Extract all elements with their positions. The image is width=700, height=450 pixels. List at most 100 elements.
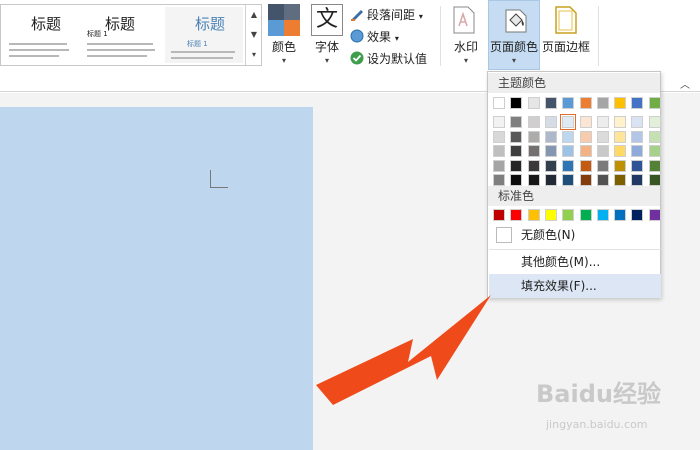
theme-shade-swatch[interactable] [510, 174, 523, 186]
theme-shade-swatch[interactable] [614, 174, 627, 186]
paragraph-spacing-button[interactable]: 段落间距 ▾ [350, 6, 423, 23]
style-tile-1[interactable]: 标题 [3, 7, 77, 63]
page-color-label: 页面颜色 [489, 40, 538, 54]
theme-shade-swatch[interactable] [648, 130, 661, 143]
theme-shade-swatch[interactable] [544, 174, 557, 186]
chevron-down-icon: ▾ [324, 56, 329, 65]
theme-shade-swatch[interactable] [544, 159, 557, 172]
standard-color-swatch[interactable] [562, 209, 575, 221]
theme-shade-swatch[interactable] [510, 145, 523, 157]
standard-color-swatch[interactable] [614, 209, 627, 221]
style-heading: 标题 [105, 15, 136, 33]
theme-shade-swatch[interactable] [631, 174, 644, 186]
theme-shade-swatch[interactable] [527, 116, 540, 128]
theme-shade-swatch[interactable] [527, 174, 540, 186]
theme-shade-swatch[interactable] [631, 116, 644, 128]
theme-shade-swatch[interactable] [631, 130, 644, 143]
theme-shade-swatch[interactable] [579, 174, 592, 186]
theme-shade-swatch[interactable] [631, 145, 644, 157]
theme-shade-swatch[interactable] [596, 130, 609, 143]
theme-shade-swatch[interactable] [560, 114, 577, 130]
theme-shade-swatch[interactable] [544, 130, 557, 143]
gallery-scroll[interactable]: ▲ ▼ ▾ [245, 5, 262, 65]
theme-shade-swatch[interactable] [579, 130, 592, 143]
standard-color-swatch[interactable] [527, 209, 540, 221]
theme-shade-swatch[interactable] [579, 145, 592, 157]
document-page[interactable] [0, 107, 313, 450]
theme-color-swatch[interactable] [510, 97, 523, 109]
theme-color-swatch[interactable] [631, 97, 644, 109]
more-icon[interactable]: ▾ [246, 45, 262, 65]
chevron-down-icon: ▾ [463, 56, 468, 65]
style-tile-3[interactable]: 标题 标题 1 [165, 7, 243, 63]
theme-shade-swatch[interactable] [493, 145, 505, 157]
chevron-down-icon: ▾ [281, 56, 286, 65]
effects-button[interactable]: 效果 ▾ [350, 28, 399, 45]
theme-color-swatch[interactable] [596, 97, 609, 109]
theme-color-swatch[interactable] [579, 97, 592, 109]
theme-shade-swatch[interactable] [527, 145, 540, 157]
theme-shade-swatch[interactable] [648, 145, 661, 157]
set-default-button[interactable]: 设为默认值 [350, 50, 427, 67]
theme-shade-swatch[interactable] [544, 116, 557, 128]
theme-shade-swatch[interactable] [493, 174, 505, 186]
theme-shade-swatch[interactable] [544, 145, 557, 157]
theme-shade-swatch[interactable] [648, 174, 661, 186]
watermark-label: 水印 [453, 40, 478, 54]
theme-shade-swatch[interactable] [562, 174, 575, 186]
style-tile-2[interactable]: 标题 标题 1 [81, 7, 161, 63]
group-divider [440, 6, 441, 66]
more-colors-item[interactable]: 其他颜色(M)... [489, 250, 661, 274]
theme-shade-swatch[interactable] [562, 159, 575, 172]
standard-color-swatch[interactable] [579, 209, 592, 221]
theme-color-swatch[interactable] [527, 97, 540, 109]
standard-color-swatch[interactable] [510, 209, 523, 221]
page-color-button[interactable]: 页面颜色 ▾ [488, 0, 540, 70]
effects-label: 效果 [367, 30, 392, 44]
theme-shade-swatch[interactable] [614, 116, 627, 128]
theme-color-swatch[interactable] [648, 97, 661, 109]
standard-color-swatch[interactable] [544, 209, 557, 221]
chevron-down-icon: ▾ [418, 12, 423, 21]
collapse-ribbon-icon[interactable]: ︿ [680, 76, 690, 91]
theme-shade-swatch[interactable] [562, 145, 575, 157]
effects-icon [350, 29, 364, 43]
theme-shade-swatch[interactable] [510, 130, 523, 143]
scroll-down-icon[interactable]: ▼ [246, 25, 262, 45]
standard-color-swatch[interactable] [596, 209, 609, 221]
theme-shade-swatch[interactable] [510, 116, 523, 128]
fill-effects-label: 填充效果(F)... [521, 279, 597, 293]
no-color-item[interactable]: 无颜色(N) [489, 223, 661, 247]
standard-color-swatch[interactable] [631, 209, 644, 221]
theme-color-swatch[interactable] [614, 97, 627, 109]
theme-shade-swatch[interactable] [527, 130, 540, 143]
theme-shade-swatch[interactable] [631, 159, 644, 172]
theme-shade-swatch[interactable] [648, 116, 661, 128]
fill-effects-item[interactable]: 填充效果(F)... [489, 274, 661, 298]
theme-shade-swatch[interactable] [614, 159, 627, 172]
style-subheading: 标题 1 [187, 40, 208, 48]
standard-color-swatch[interactable] [648, 209, 661, 221]
theme-shade-swatch[interactable] [510, 159, 523, 172]
theme-shade-swatch[interactable] [493, 159, 505, 172]
theme-shade-swatch[interactable] [579, 116, 592, 128]
theme-shade-swatch[interactable] [596, 159, 609, 172]
theme-shade-swatch[interactable] [493, 116, 505, 128]
theme-shade-swatch[interactable] [579, 159, 592, 172]
theme-shade-swatch[interactable] [527, 159, 540, 172]
scroll-up-icon[interactable]: ▲ [246, 5, 262, 25]
standard-color-swatch[interactable] [493, 209, 505, 221]
theme-color-swatch[interactable] [493, 97, 505, 109]
paint-bucket-icon [505, 9, 527, 33]
theme-shade-swatch[interactable] [648, 159, 661, 172]
theme-shade-swatch[interactable] [562, 130, 575, 143]
theme-shade-swatch[interactable] [614, 145, 627, 157]
theme-shade-swatch[interactable] [596, 145, 609, 157]
theme-shade-swatch[interactable] [614, 130, 627, 143]
theme-color-swatch[interactable] [544, 97, 557, 109]
group-divider [598, 6, 599, 66]
theme-shade-swatch[interactable] [596, 116, 609, 128]
theme-color-swatch[interactable] [562, 97, 575, 109]
theme-shade-swatch[interactable] [596, 174, 609, 186]
theme-shade-swatch[interactable] [493, 130, 505, 143]
